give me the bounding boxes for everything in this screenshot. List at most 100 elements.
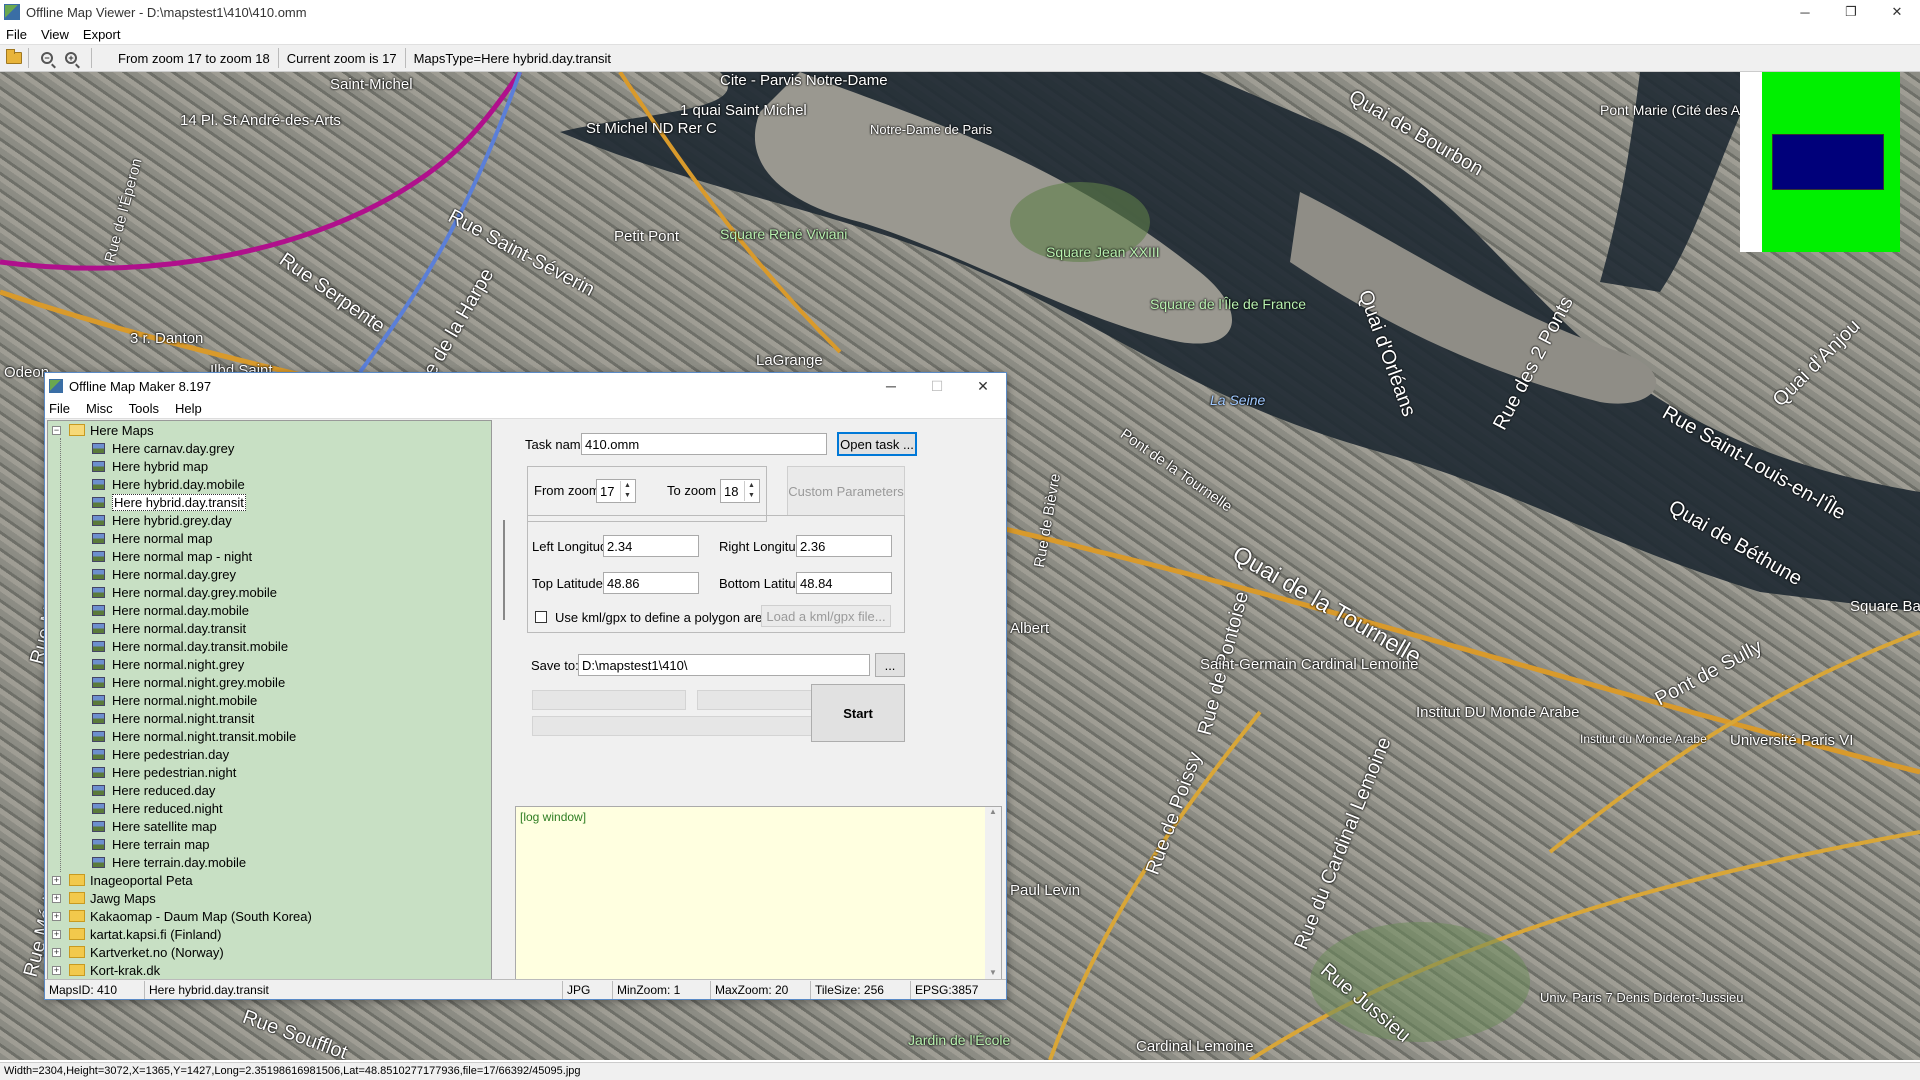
spinner-arrows-icon[interactable]: ▲ ▼ <box>744 481 758 501</box>
tree-scrollbar[interactable] <box>494 420 514 980</box>
tree-children: Here carnav.day.grey Here hybrid map Here … <box>48 439 491 871</box>
task-name-input[interactable]: 410.omm <box>581 433 827 455</box>
minimap[interactable] <box>1740 72 1900 252</box>
tree-node-map[interactable]: Here reduced.day <box>48 781 491 799</box>
tree-node-map[interactable]: Here hybrid map <box>48 457 491 475</box>
current-zoom-field: Current zoom is 17 <box>279 48 406 68</box>
dialog-menu-file[interactable]: File <box>49 401 70 416</box>
tree-node-map[interactable]: Here normal.night.grey <box>48 655 491 673</box>
dialog-menu-help[interactable]: Help <box>175 401 202 416</box>
tree-node-map[interactable]: Here normal.night.mobile <box>48 691 491 709</box>
tree-node-label: Here hybrid.day.transit <box>112 493 246 511</box>
progress-bar-3 <box>532 716 849 736</box>
tree-node-map[interactable]: Here terrain.day.mobile <box>48 853 491 871</box>
tree-node-provider[interactable]: + Kakaomap - Daum Map (South Korea) <box>48 907 491 925</box>
dialog-close-button[interactable]: ✕ <box>960 373 1006 399</box>
map-tile-icon <box>92 550 105 562</box>
tree-node-provider[interactable]: + Kartverket.no (Norway) <box>48 943 491 961</box>
expand-icon[interactable]: + <box>52 929 61 939</box>
tree-node-map[interactable]: Here normal.day.grey.mobile <box>48 583 491 601</box>
expand-icon[interactable]: + <box>52 893 61 903</box>
minimap-viewport[interactable] <box>1772 134 1884 190</box>
tree-scrollbar-thumb[interactable] <box>503 520 505 620</box>
tree-node-map[interactable]: Here normal.day.transit <box>48 619 491 637</box>
dialog-menu-misc[interactable]: Misc <box>86 401 113 416</box>
tree-node-map[interactable]: Here satellite map <box>48 817 491 835</box>
map-label: 14 Pl. St André-des-Arts <box>180 112 341 129</box>
left-longitude-input[interactable]: 2.34 <box>603 535 699 557</box>
close-button[interactable]: ✕ <box>1874 0 1920 24</box>
tree-node-provider[interactable]: + Inageoportal Peta <box>48 871 491 889</box>
window-controls: ─ ❐ ✕ <box>1782 0 1920 24</box>
toolbar-separator <box>91 48 92 68</box>
menu-file[interactable]: File <box>6 27 27 42</box>
tree-node-map[interactable]: Here normal map <box>48 529 491 547</box>
to-zoom-spinner[interactable]: 18 ▲ ▼ <box>720 479 760 503</box>
browse-button[interactable]: ... <box>875 653 905 677</box>
tree-node-provider[interactable]: + Kort-krak.dk <box>48 961 491 979</box>
tree-node-provider[interactable]: + kartat.kapsi.fi (Finland) <box>48 925 491 943</box>
top-latitude-input[interactable]: 48.86 <box>603 572 699 594</box>
dialog-menu-bar: File Misc Tools Help <box>45 399 1006 419</box>
map-tile-icon <box>92 622 105 634</box>
tree-node-map[interactable]: Here terrain map <box>48 835 491 853</box>
use-kml-label: Use kml/gpx to define a polygon area <box>555 610 770 625</box>
from-zoom-spinner[interactable]: 17 ▲ ▼ <box>596 479 636 503</box>
tree-node-map[interactable]: Here hybrid.day.transit <box>48 493 491 511</box>
status-bar: Width=2304,Height=3072,X=1365,Y=1427,Lon… <box>0 1062 1920 1080</box>
zoom-out-icon: − <box>41 52 53 64</box>
use-kml-checkbox[interactable] <box>535 611 547 623</box>
tree-node-map[interactable]: Here hybrid.day.mobile <box>48 475 491 493</box>
tree-node-map[interactable]: Here normal.day.grey <box>48 565 491 583</box>
tree-node-map[interactable]: Here pedestrian.day <box>48 745 491 763</box>
menu-export[interactable]: Export <box>83 27 121 42</box>
expand-icon[interactable]: + <box>52 911 61 921</box>
save-to-input[interactable]: D:\mapstest1\410\ <box>578 654 870 676</box>
tree-node-map[interactable]: Here normal.night.transit.mobile <box>48 727 491 745</box>
map-label: Institut du Monde Arabe <box>1580 732 1707 746</box>
dialog-status-bar: MapsID: 410 Here hybrid.day.transit JPG … <box>45 979 1006 999</box>
tree-node-map[interactable]: Here pedestrian.night <box>48 763 491 781</box>
expand-icon[interactable]: + <box>52 965 61 975</box>
tree-node-map[interactable]: Here normal.night.grey.mobile <box>48 673 491 691</box>
toolbar: − + From zoom 17 to zoom 18 Current zoom… <box>0 44 1920 72</box>
tree-node-map[interactable]: Here hybrid.grey.day <box>48 511 491 529</box>
menu-bar: File View Export <box>0 24 1920 44</box>
tree-node-label: Here normal.day.mobile <box>112 602 250 618</box>
tree-node-label: Here Maps <box>90 422 154 438</box>
collapse-icon[interactable]: − <box>52 425 61 435</box>
tree-node-here-maps[interactable]: − Here Maps <box>48 421 491 439</box>
tree-node-map[interactable]: Here normal map - night <box>48 547 491 565</box>
max-zoom-field: MaxZoom: 20 <box>711 980 811 999</box>
minimize-button[interactable]: ─ <box>1782 0 1828 24</box>
tree-node-map[interactable]: Here reduced.night <box>48 799 491 817</box>
tree-node-label: Here normal.night.transit.mobile <box>112 728 297 744</box>
expand-icon[interactable]: + <box>52 875 61 885</box>
tree-node-map[interactable]: Here normal.night.transit <box>48 709 491 727</box>
map-label: Paul Levin <box>1010 882 1081 899</box>
map-label: Square Barye <box>1850 598 1920 615</box>
map-source-tree[interactable]: − Here Maps Here carnav.day.grey Here hyb… <box>47 420 492 980</box>
tree-node-map[interactable]: Here normal.day.mobile <box>48 601 491 619</box>
menu-view[interactable]: View <box>41 27 69 42</box>
log-window[interactable]: [log window] ▲ ▼ <box>515 806 1002 980</box>
open-button[interactable] <box>4 48 24 68</box>
tree-node-label: Here reduced.day <box>112 782 216 798</box>
spinner-arrows-icon[interactable]: ▲ ▼ <box>620 481 634 501</box>
tree-node-map[interactable]: Here carnav.day.grey <box>48 439 491 457</box>
right-longitude-input[interactable]: 2.36 <box>796 535 892 557</box>
tree-node-map[interactable]: Here normal.day.transit.mobile <box>48 637 491 655</box>
map-name-field: Here hybrid.day.transit <box>145 980 563 999</box>
expand-icon[interactable]: + <box>52 947 61 957</box>
open-task-button[interactable]: Open task ... <box>837 432 917 456</box>
dialog-menu-tools[interactable]: Tools <box>129 401 159 416</box>
tree-node-provider[interactable]: + Jawg Maps <box>48 889 491 907</box>
start-button[interactable]: Start <box>811 684 905 742</box>
dialog-minimize-button[interactable]: ─ <box>868 373 914 399</box>
maximize-button[interactable]: ❐ <box>1828 0 1874 24</box>
bottom-latitude-input[interactable]: 48.84 <box>796 572 892 594</box>
zoom-in-button[interactable]: + <box>61 48 81 68</box>
log-scrollbar[interactable]: ▲ ▼ <box>985 807 1001 979</box>
map-tile-icon <box>92 442 105 454</box>
zoom-out-button[interactable]: − <box>37 48 57 68</box>
